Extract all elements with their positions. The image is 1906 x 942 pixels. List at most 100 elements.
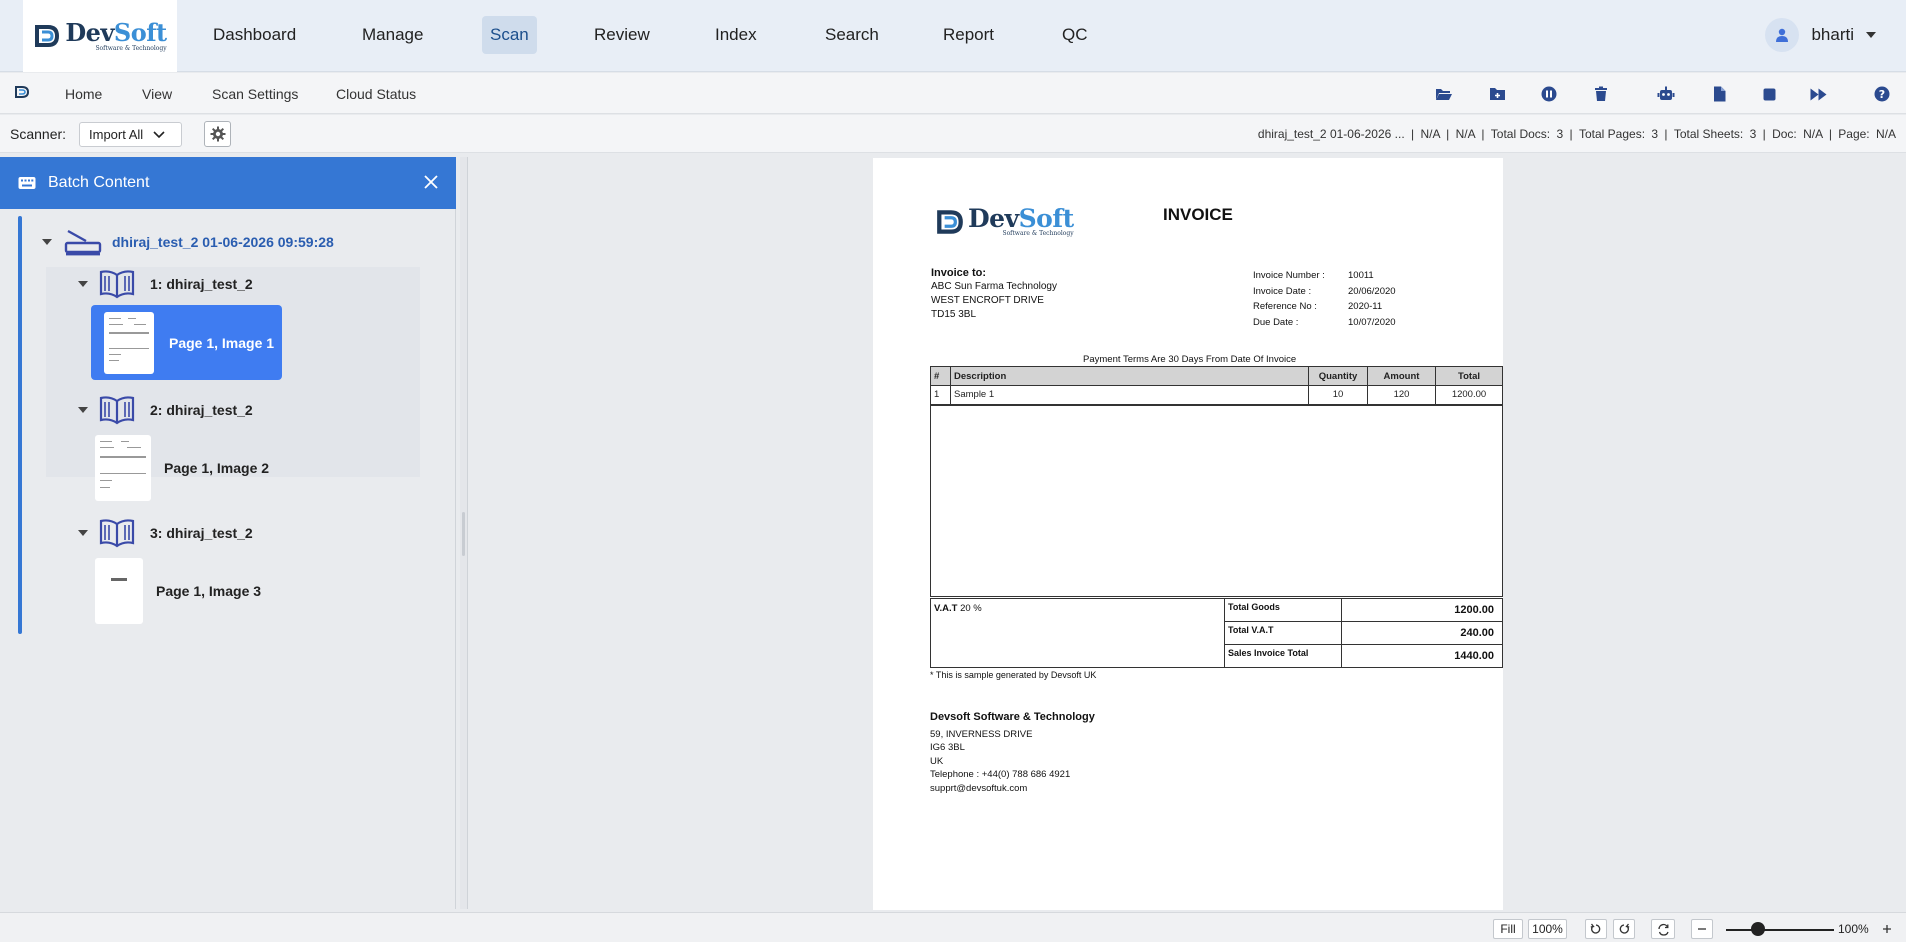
nav-dashboard[interactable]: Dashboard [205, 16, 304, 54]
status-total-pages-label: Total Pages: [1578, 127, 1646, 141]
devsoft-logo[interactable]: DevSoft Software & Technology [23, 0, 177, 72]
address-line: supprt@devsoftuk.com [930, 782, 1028, 794]
col-header: Total [1435, 366, 1503, 386]
caret-down-icon[interactable] [78, 530, 88, 536]
nav-index[interactable]: Index [707, 16, 765, 54]
caret-down-icon[interactable] [78, 407, 88, 413]
status-sep: | [1481, 127, 1485, 141]
avatar [1765, 18, 1800, 52]
batch-content-header: Batch Content [0, 157, 456, 209]
fill-button[interactable]: Fill [1493, 919, 1523, 939]
status-v2: N/A [1455, 127, 1475, 141]
scanner-select[interactable]: Import All [79, 122, 182, 147]
refresh-button[interactable] [1651, 919, 1675, 939]
folder-open-icon[interactable] [1435, 85, 1453, 103]
status-sep: | [1446, 127, 1450, 141]
folder-add-icon[interactable] [1488, 85, 1506, 103]
cell: 1 [930, 385, 951, 405]
invoice-to-block: Invoice to: ABC Sun Farma Technology WES… [931, 266, 1057, 322]
plus-icon [1883, 925, 1891, 933]
company-name: Devsoft Software & Technology [930, 711, 1095, 723]
user-menu[interactable]: bharti [1765, 16, 1876, 54]
total-key: Total Goods [1228, 602, 1280, 612]
batch-root[interactable]: dhiraj_test_2 01-06-2026 09:59:28 [42, 227, 334, 257]
vat-box: V.A.T 20 % [930, 598, 1225, 668]
nav-qc[interactable]: QC [1054, 16, 1096, 54]
zoom-in-button[interactable] [1876, 919, 1898, 939]
col-header: Amount [1367, 366, 1436, 386]
vat-rate: 20 % [960, 603, 982, 614]
close-icon[interactable] [422, 173, 440, 191]
document-label: 2: dhiraj_test_2 [150, 402, 253, 418]
status-batch: dhiraj_test_2 01-06-2026 ... [1257, 127, 1405, 141]
keyboard-icon [18, 177, 36, 189]
table-row: 1 Sample 1 10 120 1200.00 [930, 385, 1503, 405]
fast-forward-icon[interactable] [1810, 85, 1828, 103]
scanner-bar: Scanner: Import All dhiraj_test_2 01-06-… [0, 115, 1906, 153]
help-icon[interactable]: ? [1873, 85, 1891, 103]
splitter-grip[interactable] [462, 512, 465, 556]
document-node-1[interactable]: 1: dhiraj_test_2 [78, 269, 253, 299]
total-key: Sales Invoice Total [1228, 648, 1309, 658]
address-line: Telephone : +44(0) 788 686 4921 [930, 769, 1071, 780]
menu-cloud-status[interactable]: Cloud Status [336, 73, 416, 114]
status-page: N/A [1875, 127, 1896, 141]
nav-search[interactable]: Search [817, 16, 887, 54]
panel-title: Batch Content [48, 174, 150, 191]
caret-down-icon[interactable] [42, 239, 52, 245]
rotate-right-button[interactable] [1613, 919, 1635, 939]
scanner-select-value: Import All [89, 127, 144, 142]
document-icon[interactable] [1710, 85, 1728, 103]
cell: Sample 1 [950, 385, 1309, 405]
app-mini-logo-icon [15, 86, 30, 98]
menu-view[interactable]: View [142, 73, 172, 114]
page-label: Page 1, Image 1 [169, 334, 275, 351]
meta-value: 2020-11 [1348, 301, 1383, 312]
robot-icon[interactable] [1657, 85, 1675, 103]
zoom-slider-track[interactable] [1726, 929, 1834, 931]
status-sep: | [1762, 127, 1766, 141]
zoom-out-button[interactable] [1691, 919, 1713, 939]
col-header: # [930, 366, 951, 386]
zoom-100-button[interactable]: 100% [1528, 919, 1567, 939]
scanner-settings-button[interactable] [204, 121, 231, 147]
user-icon [1776, 28, 1789, 42]
document-node-2[interactable]: 2: dhiraj_test_2 [78, 395, 253, 425]
caret-down-icon[interactable] [78, 281, 88, 287]
invoice-title: INVOICE [1163, 205, 1233, 224]
trash-icon[interactable] [1592, 85, 1610, 103]
page-thumbnail [104, 311, 154, 374]
nav-review[interactable]: Review [586, 16, 658, 54]
col-header: Quantity [1308, 366, 1368, 386]
page-item-1[interactable]: Page 1, Image 1 [91, 305, 282, 380]
menu-bar: Home View Scan Settings Cloud Status ? [0, 73, 1906, 114]
document-node-3[interactable]: 3: dhiraj_test_2 [78, 518, 253, 548]
invoice-meta: Invoice Number : 10011 Invoice Date : 20/0… [1253, 268, 1396, 330]
status-doc: N/A [1803, 127, 1823, 141]
payment-terms: Payment Terms Are 30 Days From Date Of I… [1083, 354, 1297, 365]
zoom-slider-thumb[interactable] [1751, 922, 1766, 936]
page-item-2[interactable]: Page 1, Image 2 [91, 433, 291, 503]
total-key: Total V.A.T [1228, 625, 1274, 635]
menu-home[interactable]: Home [65, 73, 102, 114]
page-label: Page 1, Image 2 [164, 460, 270, 476]
book-icon [99, 396, 135, 425]
invoice-to-label: Invoice to: [931, 267, 987, 279]
meta-value: 10/07/2020 [1348, 316, 1396, 328]
col-header: Description [950, 366, 1309, 386]
nav-report[interactable]: Report [935, 16, 1002, 54]
menu-scan-settings[interactable]: Scan Settings [212, 73, 298, 114]
nav-manage[interactable]: Manage [354, 16, 431, 54]
pause-icon[interactable] [1540, 85, 1558, 103]
rotate-left-button[interactable] [1585, 919, 1607, 939]
panel-splitter[interactable] [460, 157, 468, 909]
status-doc-label: Doc: [1772, 127, 1797, 141]
meta-key: Invoice Number : [1253, 270, 1325, 281]
stop-icon[interactable] [1760, 85, 1778, 103]
viewer-status-bar: Fill 100% 100% [0, 912, 1906, 942]
meta-value: 20/06/2020 [1348, 285, 1396, 297]
nav-scan[interactable]: Scan [482, 16, 537, 54]
scanner-label: Scanner: [10, 126, 67, 142]
status-page-label: Page: [1838, 127, 1870, 141]
page-item-3[interactable]: Page 1, Image 3 [91, 557, 291, 625]
